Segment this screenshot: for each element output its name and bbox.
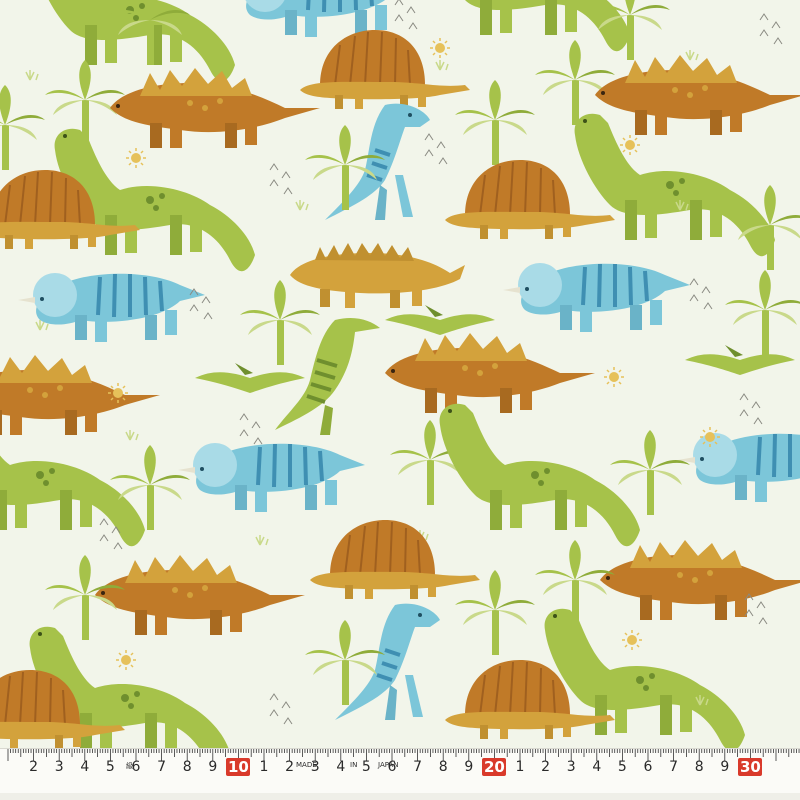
ruler-number: 5	[361, 759, 371, 775]
ruler-number: 5	[617, 759, 627, 775]
measuring-tape: 2 3 4 5 6 7 8 9 1 2 3 4 5 6 7 8 9 1 2 3 4 5 6 7 8 9 10 20 30 MADE IN JA…	[0, 748, 800, 800]
ruler-number: 7	[413, 759, 423, 775]
ruler-print-mark: 級	[126, 762, 133, 770]
ruler-print-mark: JAPAN	[378, 761, 399, 769]
ruler-number: 9	[464, 759, 474, 775]
ruler-number: 5	[105, 759, 115, 775]
ruler-number: 2	[541, 759, 551, 775]
ruler-number: 1	[515, 759, 525, 775]
ruler-print-mark: IN	[350, 761, 358, 769]
ruler-number: 4	[336, 759, 346, 775]
ruler-mark-30: 30	[738, 758, 763, 776]
ruler-number: 4	[80, 759, 90, 775]
fabric-swatch: 2 3 4 5 6 7 8 9 1 2 3 4 5 6 7 8 9 1 2 3 4 5 6 7 8 9 10 20 30 MADE IN JA…	[0, 0, 800, 800]
ruler-mark-10: 10	[226, 758, 251, 776]
ruler-number: 3	[566, 759, 576, 775]
ruler-number: 9	[208, 759, 218, 775]
ruler-number: 2	[29, 759, 39, 775]
ruler-print-mark: MADE	[296, 761, 317, 769]
ruler-number: 8	[182, 759, 192, 775]
ruler-number: 7	[669, 759, 679, 775]
dinosaur-pattern	[0, 0, 800, 748]
ruler-number: 8	[438, 759, 448, 775]
ruler-mark-20: 20	[482, 758, 507, 776]
ruler-number: 6	[643, 759, 653, 775]
ruler-number: 7	[157, 759, 167, 775]
ruler-number: 9	[720, 759, 730, 775]
ruler-number: 4	[592, 759, 602, 775]
ruler-number: 8	[694, 759, 704, 775]
ruler-number: 3	[54, 759, 64, 775]
ruler-number: 1	[259, 759, 269, 775]
